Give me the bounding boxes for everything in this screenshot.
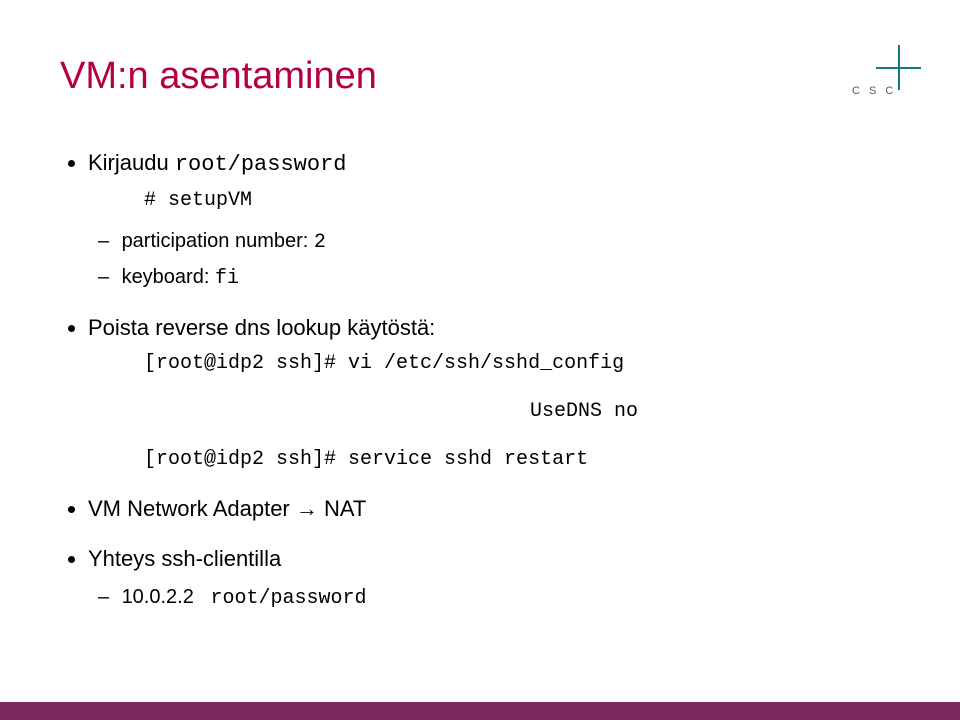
csc-logo: C S C bbox=[830, 45, 930, 105]
usedns-line: UseDNS no bbox=[88, 398, 900, 426]
bullet-dns: Poista reverse dns lookup käytöstä: [roo… bbox=[88, 313, 900, 474]
keyboard-item: keyboard: fi bbox=[116, 263, 900, 293]
vi-command: [root@idp2 ssh]# vi /etc/ssh/sshd_config bbox=[88, 350, 900, 378]
ssh-sublist: 10.0.2.2 root/password bbox=[88, 583, 900, 613]
restart-command: [root@idp2 ssh]# service sshd restart bbox=[88, 446, 900, 474]
participation-item: participation number: 2 bbox=[116, 227, 900, 257]
ip-item: 10.0.2.2 root/password bbox=[116, 583, 900, 613]
setup-command: # setupVM bbox=[88, 187, 900, 215]
slide-title: VM:n asentaminen bbox=[60, 55, 900, 98]
bullet-login: Kirjaudu root/password # setupVM partici… bbox=[88, 148, 900, 293]
slide-content: VM:n asentaminen Kirjaudu root/password … bbox=[0, 0, 960, 613]
login-sublist: participation number: 2 keyboard: fi bbox=[88, 227, 900, 293]
bullet-list: Kirjaudu root/password # setupVM partici… bbox=[60, 148, 900, 613]
bullet-adapter: VM Network Adapter → NAT bbox=[88, 494, 900, 525]
bullet-ssh-client: Yhteys ssh-clientilla 10.0.2.2 root/pass… bbox=[88, 544, 900, 613]
footer-bar bbox=[0, 702, 960, 720]
logo-text: C S C bbox=[852, 85, 896, 97]
